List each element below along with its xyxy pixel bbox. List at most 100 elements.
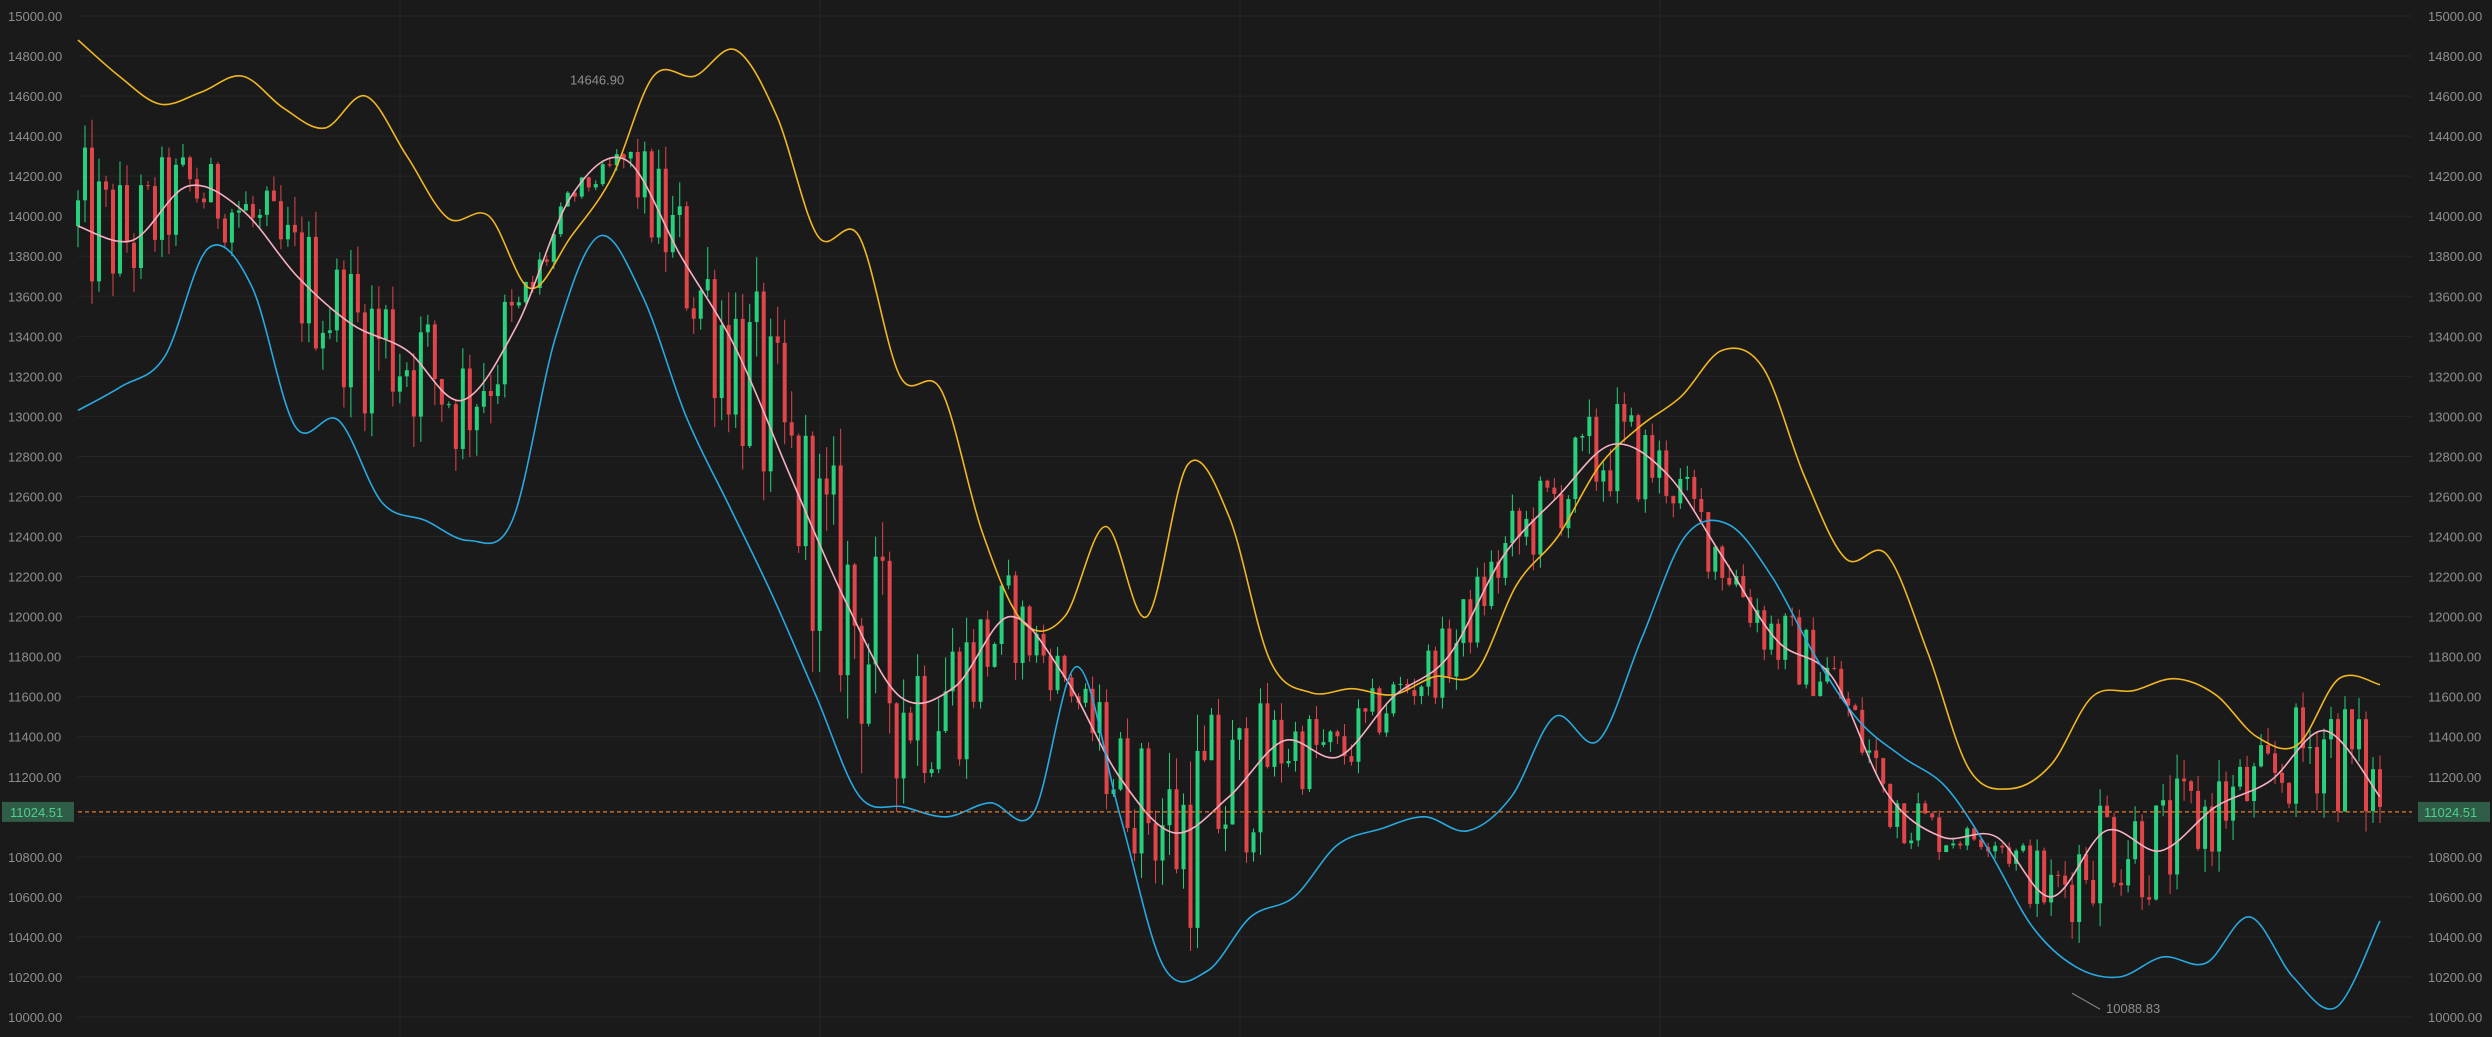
candle-body <box>691 308 696 319</box>
candle-body <box>2245 766 2250 802</box>
candle-body <box>292 224 297 233</box>
candle-body <box>1160 825 1165 861</box>
candle-body <box>467 368 472 431</box>
candle-body <box>1314 719 1319 745</box>
candle-body <box>1223 824 1228 829</box>
candle-body <box>369 308 374 414</box>
candle-body <box>831 465 836 495</box>
candle-body <box>362 312 367 414</box>
y-tick-label-right: 14200.00 <box>2428 169 2482 184</box>
candle-body <box>257 214 262 218</box>
candle-body <box>2273 753 2278 773</box>
candle-body <box>243 204 248 211</box>
candle-body <box>2364 719 2369 812</box>
candle-body <box>502 301 507 385</box>
candle-body <box>1916 803 1921 841</box>
y-tick-label-left: 11400.00 <box>8 730 61 745</box>
candle-body <box>768 336 773 472</box>
candle-body <box>1538 480 1543 555</box>
candle-body <box>208 163 213 203</box>
y-tick-label-left: 14200.00 <box>8 169 62 184</box>
candle-body <box>2084 854 2089 880</box>
candle-body <box>320 332 325 349</box>
candle-body <box>698 290 703 319</box>
candle-body <box>1202 750 1207 761</box>
candle-body <box>1055 655 1060 691</box>
candle-body <box>278 201 283 240</box>
candle-body <box>1286 760 1291 764</box>
candle-body <box>145 185 150 187</box>
candle-body <box>733 318 738 415</box>
candle-body <box>159 157 164 240</box>
candle-body <box>1244 728 1249 853</box>
y-tick-label-right: 10600.00 <box>2428 890 2482 905</box>
candle-body <box>1020 606 1025 663</box>
candlestick-chart[interactable]: 10000.00 10200.00 10400.00 10600.00 10800.00… <box>0 0 2492 1037</box>
candle-body <box>1720 546 1725 578</box>
candle-body <box>2119 882 2124 886</box>
y-tick-label-right: 14800.00 <box>2428 49 2482 64</box>
candle-body <box>425 324 430 333</box>
candle-body <box>2091 879 2096 904</box>
candle-body <box>166 157 171 235</box>
candle-body <box>1307 719 1312 790</box>
candle-body <box>138 185 143 269</box>
candle-body <box>1832 667 1837 669</box>
candle-body <box>418 332 423 417</box>
candle-body <box>586 177 591 188</box>
candle-body <box>509 301 514 306</box>
y-tick-label-left: 13400.00 <box>8 329 62 344</box>
candle-body <box>1727 577 1732 585</box>
candle-body <box>2056 874 2061 876</box>
candle-body <box>516 302 521 306</box>
candle-body <box>670 214 675 253</box>
candle-body <box>173 164 178 235</box>
candle-body <box>782 342 787 423</box>
candle-body <box>306 236 311 324</box>
candle-body <box>1300 731 1305 790</box>
y-tick-label-right: 15000.00 <box>2428 9 2482 24</box>
y-tick-label-left: 11600.00 <box>8 690 61 705</box>
candle-body <box>803 435 808 547</box>
candle-body <box>103 181 108 190</box>
y-tick-label-right: 13000.00 <box>2428 409 2482 424</box>
candle-body <box>712 279 717 399</box>
candle-body <box>1580 436 1585 438</box>
candle-body <box>1881 758 1886 784</box>
candle-body <box>481 391 486 407</box>
candle-body <box>607 164 612 166</box>
y-tick-label-left: 12800.00 <box>8 449 62 464</box>
candle-body <box>2357 719 2362 750</box>
y-tick-label-right: 12600.00 <box>2428 489 2482 504</box>
candle-body <box>1545 480 1550 488</box>
candle-body <box>411 370 416 417</box>
y-tick-label-right: 14600.00 <box>2428 89 2482 104</box>
candle-body <box>978 619 983 702</box>
candle-body <box>376 308 381 340</box>
candle-body <box>1552 487 1557 494</box>
candle-body <box>348 273 353 388</box>
candle-body <box>2000 845 2005 848</box>
candle-body <box>1083 688 1088 703</box>
candle-body <box>1139 748 1144 854</box>
candle-body <box>2217 781 2222 852</box>
candle-body <box>327 330 332 333</box>
candle-body <box>719 325 724 399</box>
y-tick-label-left: 14400.00 <box>8 129 62 144</box>
candle-body <box>1265 703 1270 767</box>
candle-body <box>488 391 493 397</box>
candle-body <box>355 273 360 313</box>
candle-body <box>131 242 136 269</box>
candle-body <box>894 703 899 779</box>
candle-body <box>663 168 668 253</box>
candle-body <box>838 465 843 676</box>
candle-body <box>96 181 101 282</box>
candle-body <box>859 625 864 724</box>
candle-body <box>964 642 969 760</box>
candle-body <box>1363 708 1368 712</box>
candle-body <box>1811 629 1816 696</box>
candle-body <box>1013 575 1018 663</box>
candle-body <box>1685 476 1690 479</box>
candle-body <box>1174 789 1179 870</box>
candle-body <box>922 676 927 774</box>
